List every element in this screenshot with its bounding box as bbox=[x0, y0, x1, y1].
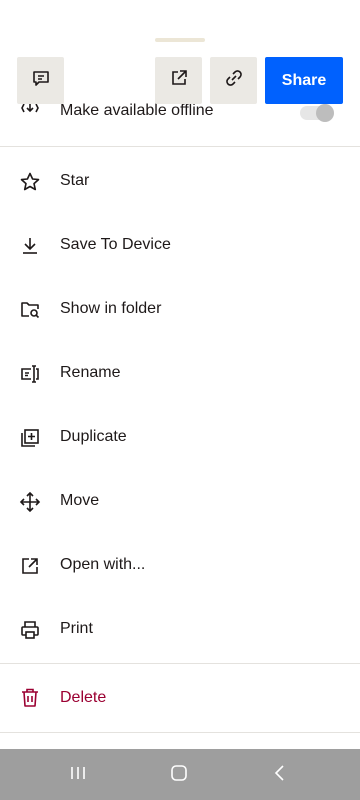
menu-item-label: Rename bbox=[60, 364, 121, 381]
menu-item-label: Show in folder bbox=[60, 300, 162, 317]
rename-icon bbox=[19, 363, 41, 385]
menu-item-label: Print bbox=[60, 620, 93, 637]
home-icon bbox=[168, 762, 190, 789]
divider-delete bbox=[0, 663, 360, 664]
menu-item-duplicate[interactable]: Duplicate bbox=[0, 405, 360, 469]
recents-button[interactable] bbox=[65, 762, 91, 788]
comment-icon bbox=[31, 68, 51, 93]
sheet-drag-handle[interactable] bbox=[155, 38, 205, 42]
actions-menu: Star Save To Device Show in folder Renam… bbox=[0, 149, 360, 661]
menu-item-rename[interactable]: Rename bbox=[0, 341, 360, 405]
action-toolbar: Share bbox=[0, 50, 360, 110]
print-icon bbox=[19, 619, 41, 641]
menu-item-show-in-folder[interactable]: Show in folder bbox=[0, 277, 360, 341]
duplicate-icon bbox=[19, 427, 41, 449]
open-external-icon bbox=[169, 68, 189, 93]
share-button[interactable]: Share bbox=[265, 57, 343, 104]
menu-item-star[interactable]: Star bbox=[0, 149, 360, 213]
menu-item-label: Star bbox=[60, 172, 90, 189]
download-icon bbox=[19, 235, 41, 257]
system-nav-bar bbox=[0, 749, 360, 800]
menu-item-move[interactable]: Move bbox=[0, 469, 360, 533]
menu-item-print[interactable]: Print bbox=[0, 597, 360, 661]
star-icon bbox=[19, 171, 41, 193]
move-icon bbox=[19, 491, 41, 513]
menu-item-label: Save To Device bbox=[60, 236, 171, 253]
back-icon bbox=[269, 762, 291, 789]
menu-item-open-with[interactable]: Open with... bbox=[0, 533, 360, 597]
divider-bottom bbox=[0, 732, 360, 733]
home-button[interactable] bbox=[166, 762, 192, 788]
link-icon bbox=[224, 68, 244, 93]
comment-button[interactable] bbox=[17, 57, 64, 104]
menu-item-label: Open with... bbox=[60, 556, 146, 573]
divider-top bbox=[0, 146, 360, 147]
back-button[interactable] bbox=[267, 762, 293, 788]
open-external-button[interactable] bbox=[155, 57, 202, 104]
open-with-icon bbox=[19, 555, 41, 577]
menu-item-save-to-device[interactable]: Save To Device bbox=[0, 213, 360, 277]
menu-item-label: Move bbox=[60, 492, 100, 509]
recents-icon bbox=[67, 762, 89, 789]
menu-item-delete[interactable]: Delete bbox=[0, 666, 360, 730]
copy-link-button[interactable] bbox=[210, 57, 257, 104]
menu-item-label: Duplicate bbox=[60, 428, 127, 445]
trash-icon bbox=[19, 687, 41, 709]
folder-search-icon bbox=[19, 299, 41, 321]
bottom-sheet: Make available offline Share Star Save T… bbox=[0, 0, 360, 749]
delete-label: Delete bbox=[60, 689, 107, 706]
